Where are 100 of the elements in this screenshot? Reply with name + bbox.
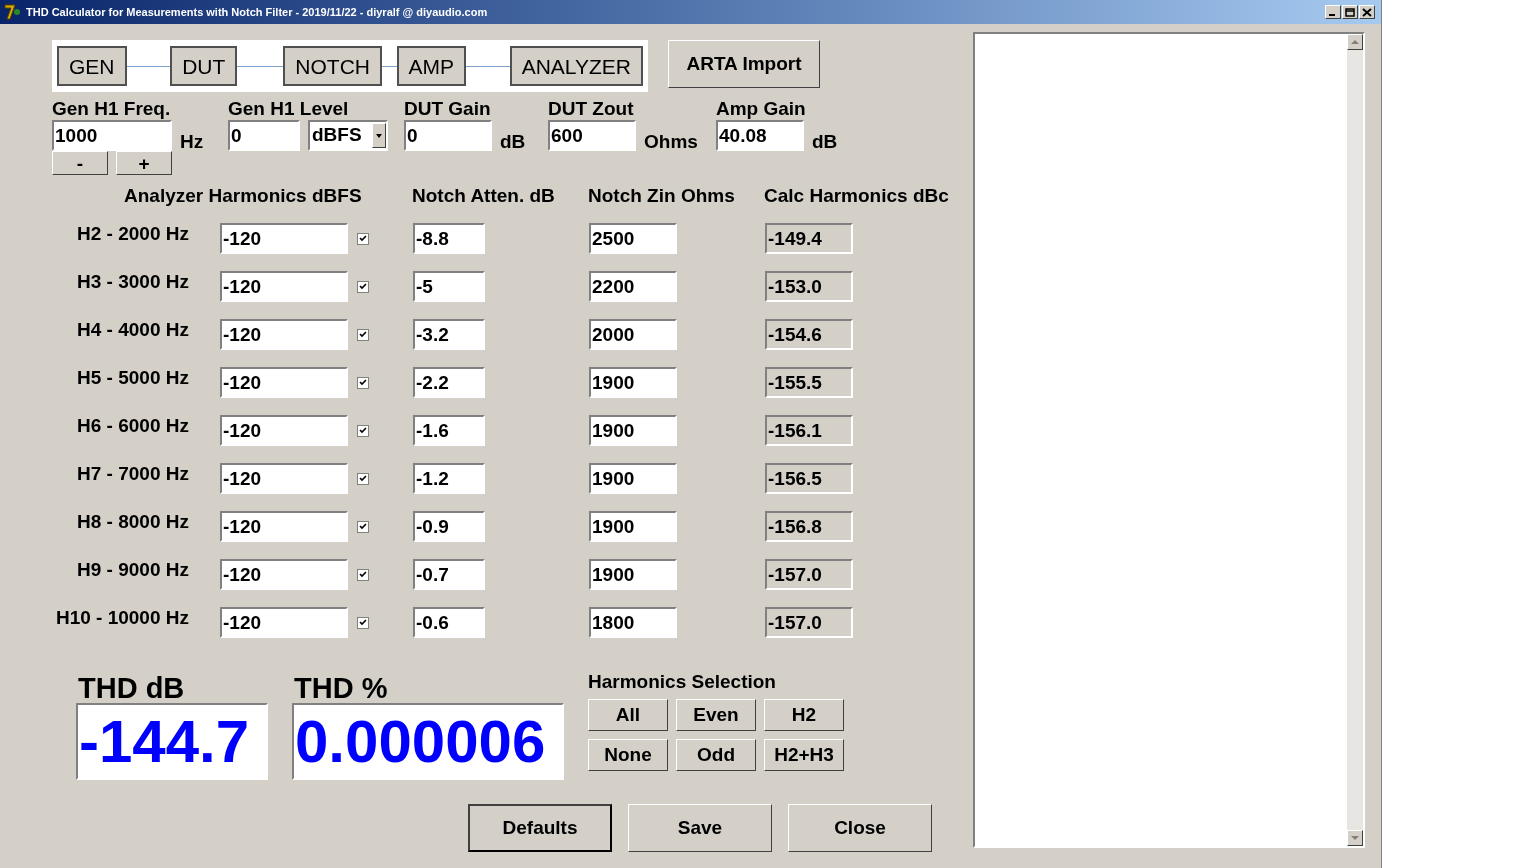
input-field[interactable]: -120 [220,271,348,302]
harmonic-checkbox[interactable] [357,472,369,485]
check-icon [359,571,367,578]
harmonic-label: H10 - 10000 Hz [55,607,189,628]
column-header: Notch Zin Ohms [588,185,735,206]
input-field[interactable]: 1800 [589,607,677,638]
harmonic-checkbox[interactable] [357,328,369,341]
harmonic-checkbox[interactable] [357,616,369,629]
field-label: Gen H1 Level [228,98,350,120]
input-field[interactable]: -120 [220,367,348,398]
selection-button[interactable]: H2+H3 [764,739,844,771]
dialog-button[interactable]: Defaults [468,804,612,852]
input-field[interactable]: -156.5 [765,463,853,494]
input-field[interactable]: 2200 [589,271,677,302]
close-icon [1362,7,1372,17]
thd-display: -144.7 [76,703,268,780]
thd-display: 0.000006 [292,703,564,780]
unit-label: Hz [180,131,204,153]
dialog-button[interactable]: Close [788,804,932,852]
input-field[interactable]: -155.5 [765,367,853,398]
step-button[interactable]: + [116,151,172,175]
input-field[interactable]: 1900 [589,367,677,398]
input-field[interactable]: -1.6 [413,415,485,446]
harmonic-checkbox[interactable] [357,376,369,389]
input-field[interactable]: 0 [404,120,492,151]
input-field[interactable]: -120 [220,223,348,254]
input-field[interactable]: 0 [228,120,300,151]
field-label: DUT Gain [404,98,492,120]
input-field[interactable]: -154.6 [765,319,853,350]
check-icon [359,475,367,482]
input-field[interactable]: -8.8 [413,223,485,254]
selection-button[interactable]: Even [676,699,756,731]
step-button[interactable]: - [52,151,108,175]
input-field[interactable]: 600 [548,120,636,151]
input-field[interactable]: -156.1 [765,415,853,446]
selection-button[interactable]: All [588,699,668,731]
check-icon [359,427,367,434]
unit-label: dB [500,131,526,153]
harmonic-label: H2 - 2000 Hz [77,223,189,244]
chain-block[interactable]: AMP [396,46,467,86]
input-field[interactable]: 2000 [589,319,677,350]
harmonic-checkbox[interactable] [357,520,369,533]
maximize-button[interactable] [1342,5,1358,19]
selection-button[interactable]: H2 [764,699,844,731]
input-field[interactable]: -120 [220,415,348,446]
check-icon [359,523,367,530]
check-icon [359,619,367,626]
check-icon [359,235,367,242]
field-label: Gen H1 Freq. [52,98,172,120]
harmonic-label: H3 - 3000 Hz [77,271,189,292]
harmonic-checkbox[interactable] [357,424,369,437]
chain-block[interactable]: ANALYZER [509,46,643,86]
input-field[interactable]: 2500 [589,223,677,254]
close-button[interactable] [1359,5,1375,19]
harmonic-label: H6 - 6000 Hz [77,415,189,436]
input-field[interactable]: -120 [220,511,348,542]
input-field[interactable]: -0.9 [413,511,485,542]
input-field[interactable]: -120 [220,607,348,638]
harmonic-label: H5 - 5000 Hz [77,367,189,388]
input-field[interactable]: -3.2 [413,319,485,350]
input-field[interactable]: -157.0 [765,607,853,638]
input-field[interactable]: 40.08 [716,120,804,151]
input-field[interactable]: -2.2 [413,367,485,398]
section-title: Harmonics Selection [588,671,777,693]
harmonic-checkbox[interactable] [357,232,369,245]
selection-button[interactable]: Odd [676,739,756,771]
input-field[interactable]: -0.7 [413,559,485,590]
input-field[interactable]: -120 [220,463,348,494]
down-arrow-icon [1351,836,1359,840]
harmonic-label: H4 - 4000 Hz [77,319,189,340]
chain-block[interactable]: GEN [57,46,127,86]
scrollbar[interactable] [1347,34,1363,846]
input-field[interactable]: 1000 [52,120,172,151]
input-field[interactable]: -120 [220,559,348,590]
arta-import-button[interactable]: ARTA Import [668,40,820,88]
thd-label: THD % [294,673,389,703]
harmonic-checkbox[interactable] [357,568,369,581]
field-label: Amp Gain [716,98,807,120]
harmonic-label: H9 - 9000 Hz [77,559,189,580]
harmonic-checkbox[interactable] [357,280,369,293]
unit-dropdown[interactable]: dBFS [308,120,388,151]
input-field[interactable]: -149.4 [765,223,853,254]
input-field[interactable]: 1900 [589,463,677,494]
minimize-button[interactable] [1325,5,1341,19]
input-field[interactable]: -120 [220,319,348,350]
selection-button[interactable]: None [588,739,668,771]
dialog-button[interactable]: Save [628,804,772,852]
input-field[interactable]: 1900 [589,559,677,590]
input-field[interactable]: 1900 [589,511,677,542]
input-field[interactable]: -5 [413,271,485,302]
input-field[interactable]: -157.0 [765,559,853,590]
chain-block[interactable]: DUT [170,46,238,86]
column-header: Analyzer Harmonics dBFS [124,185,362,206]
chain-block[interactable]: NOTCH [283,46,382,86]
input-field[interactable]: -153.0 [765,271,853,302]
input-field[interactable]: -0.6 [413,607,485,638]
input-field[interactable]: 1900 [589,415,677,446]
field-label: DUT Zout [548,98,635,120]
input-field[interactable]: -1.2 [413,463,485,494]
input-field[interactable]: -156.8 [765,511,853,542]
